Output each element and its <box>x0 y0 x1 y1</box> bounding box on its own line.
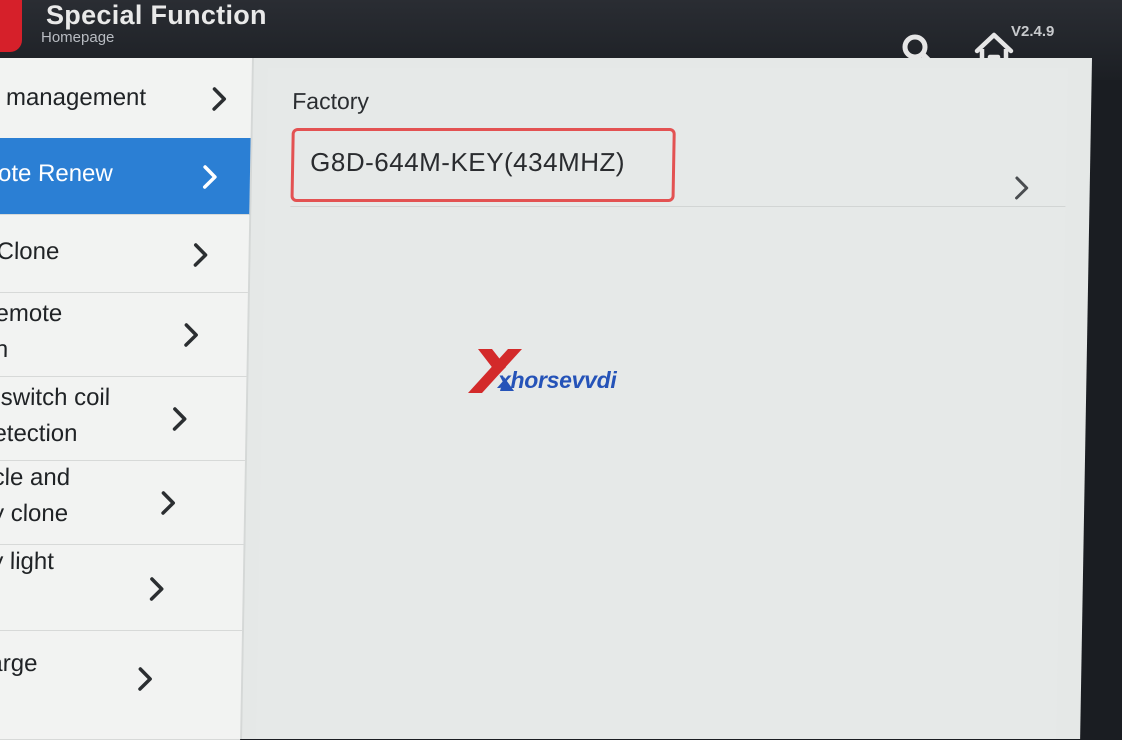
sidebar-item-5[interactable]: cle and y clone <box>0 460 245 545</box>
chevron-right-icon <box>198 162 223 192</box>
list-item-g8d-644m-key[interactable]: G8D-644M-KEY(434MHZ) <box>290 128 1067 207</box>
watermark-text: xhorsevvdi <box>498 367 617 393</box>
sidebar-item-4[interactable]: switch coil etection <box>0 376 247 461</box>
sidebar: management ote Renew Clone emote n switch c… <box>0 58 255 740</box>
sidebar-item-2[interactable]: Clone <box>0 214 250 293</box>
brand-tab <box>0 0 22 52</box>
chevron-right-icon <box>167 404 192 434</box>
version-label: V2.4.9 <box>1011 23 1055 40</box>
sidebar-item-label: ote Renew <box>0 160 113 187</box>
chevron-right-icon <box>156 488 181 518</box>
breadcrumb[interactable]: Homepage <box>41 29 114 46</box>
chevron-right-icon <box>207 84 232 114</box>
chevron-right-icon <box>144 574 169 604</box>
page-title: Special Function <box>46 0 267 30</box>
screen: management ote Renew Clone emote n switch c… <box>0 58 1092 740</box>
sidebar-item-1[interactable]: ote Renew <box>0 138 251 215</box>
sidebar-item-label: Clone <box>0 238 60 265</box>
sidebar-item-label: management <box>0 84 147 111</box>
content-panel: Factory G8D-644M-KEY(434MHZ) <box>256 68 1068 739</box>
sidebar-item-0[interactable]: management <box>0 58 253 139</box>
sidebar-item-label: y light <box>0 548 55 575</box>
sidebar-item-6[interactable]: y light <box>0 544 244 631</box>
chevron-right-icon <box>179 320 204 350</box>
sidebar-item-label: emote n <box>0 300 63 363</box>
sidebar-item-3[interactable]: emote n <box>0 292 248 377</box>
list-item-label: G8D-644M-KEY(434MHZ) <box>309 147 626 177</box>
chevron-right-icon <box>1010 174 1032 202</box>
sidebar-item-label: arge <box>0 650 38 677</box>
section-title: Factory <box>292 88 370 114</box>
chevron-right-icon <box>133 664 158 694</box>
sidebar-item-label: cle and y clone <box>0 464 71 527</box>
chevron-right-icon <box>188 240 213 270</box>
sidebar-item-7[interactable]: arge <box>0 630 243 740</box>
sidebar-item-label: switch coil etection <box>0 384 111 447</box>
